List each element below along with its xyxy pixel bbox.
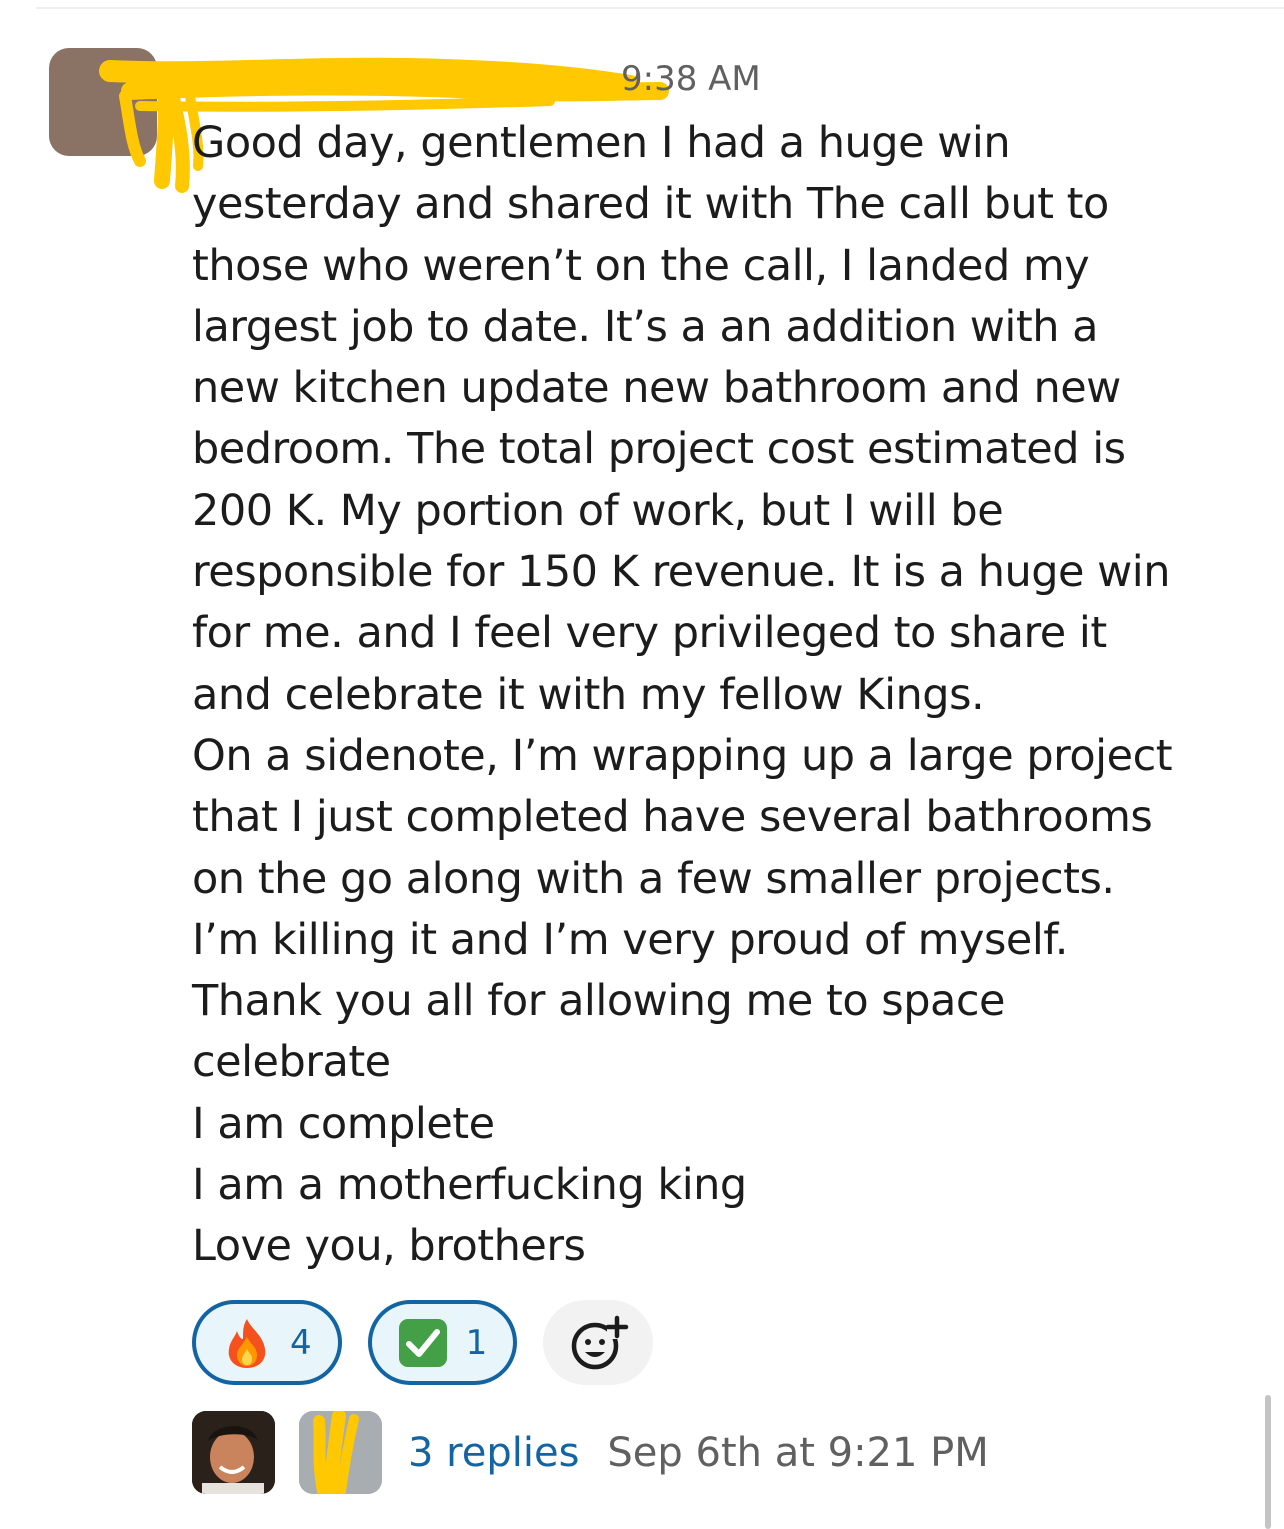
message-line: I’m killing it and I’m very proud of mys… (192, 914, 1068, 965)
message-line: bedroom. The total project cost estimate… (192, 424, 1126, 475)
message-line: yesterday and shared it with The call bu… (192, 179, 1109, 230)
replies-link[interactable]: 3 replies (408, 1430, 579, 1476)
message-line: Love you, brothers (192, 1221, 586, 1272)
message-line: celebrate (192, 1037, 391, 1088)
message-line: Good day, gentlemen I had a huge win (192, 118, 1011, 168)
thread-summary[interactable]: 3 replies Sep 6th at 9:21 PM (192, 1410, 989, 1495)
reply-avatar[interactable] (299, 1411, 382, 1494)
fire-emoji-icon (222, 1318, 272, 1368)
message-timestamp[interactable]: 9:38 AM (621, 59, 761, 99)
message-line: new kitchen update new bathroom and new (192, 363, 1121, 414)
message-body: Good day, gentlemen I had a huge win yes… (192, 113, 1262, 1278)
message-line: that I just completed have several bathr… (192, 792, 1153, 843)
reply-avatar[interactable] (192, 1411, 275, 1494)
reaction-fire[interactable]: 4 (192, 1300, 342, 1385)
message-line: I am complete (192, 1098, 495, 1149)
message-line: On a sidenote, I’m wrapping up a large p… (192, 730, 1173, 781)
message-line: 200 K. My portion of work, but I will be (192, 485, 1004, 536)
reaction-count: 4 (290, 1322, 312, 1363)
add-reaction-icon (572, 1314, 630, 1369)
message-line: largest job to date. It’s a an addition … (192, 301, 1099, 352)
check-mark-emoji-icon (398, 1318, 448, 1368)
message-line: for me. and I feel very privileged to sh… (192, 608, 1107, 659)
add-reaction-button[interactable] (543, 1300, 654, 1385)
slack-message-view: 9:38 AM Good day, gentlemen I had a huge… (0, 0, 1284, 1529)
message-line: Thank you all for allowing me to space (192, 976, 1005, 1027)
message-line: responsible for 150 K revenue. It is a h… (192, 547, 1171, 598)
message-line: on the go along with a few smaller proje… (192, 853, 1115, 904)
scrollbar[interactable] (1265, 1395, 1271, 1529)
reactions-bar: 4 1 (192, 1300, 654, 1385)
divider (36, 7, 1284, 9)
last-reply-timestamp: Sep 6th at 9:21 PM (607, 1429, 989, 1476)
reaction-count: 1 (465, 1322, 488, 1363)
message-line: those who weren’t on the call, I landed … (192, 240, 1090, 291)
reaction-check[interactable]: 1 (367, 1300, 518, 1385)
message-line: and celebrate it with my fellow Kings. (192, 669, 985, 720)
message-line: I am a motherfucking king (192, 1160, 747, 1211)
